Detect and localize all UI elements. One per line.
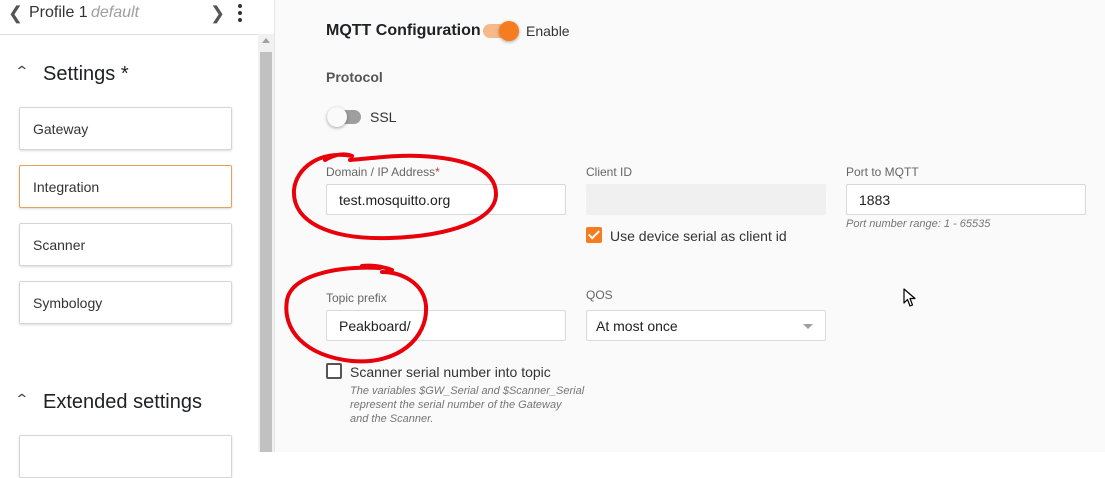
sidebar-item-scanner[interactable]: Scanner [19,223,232,266]
protocol-label: Protocol [326,69,383,85]
hint-line: The variables $GW_Serial and $Scanner_Se… [350,385,585,397]
use-serial-label: Use device serial as client id [610,228,787,244]
sidebar-item-label: Integration [33,179,100,195]
sidebar: ❮ Profile 1 default ❯ ⌃ Settings * Gatew… [0,0,274,478]
topic-prefix-label: Topic prefix [326,291,387,305]
more-vert-icon[interactable] [238,4,242,22]
port-input[interactable] [846,184,1086,215]
required-mark: * [435,165,440,179]
sidebar-item-symbology[interactable]: Symbology [19,281,232,324]
page-title: MQTT Configuration [326,22,481,39]
sidebar-item-label: Scanner [33,237,86,253]
sidebar-scrollbar[interactable] [258,34,274,452]
domain-label-text: Domain / IP Address [326,165,436,179]
sidebar-item-label: Gateway [33,121,89,137]
chevron-left-icon[interactable]: ❮ [8,3,23,24]
qos-label: QOS [586,288,613,302]
domain-label: Domain / IP Address* [326,165,440,179]
ssl-label: SSL [370,109,397,125]
client-id-input[interactable] [586,184,826,215]
profile-tag: default [91,4,140,21]
scroll-up-icon[interactable] [262,38,270,43]
scrollbar-thumb[interactable] [260,52,272,452]
toggle-knob [499,21,519,41]
toggle-knob [327,107,347,127]
extended-section-title: Extended settings [43,391,202,413]
qos-value: At most once [596,318,678,334]
port-hint: Port number range: 1 - 65535 [846,218,991,230]
settings-section-title: Settings * [43,63,129,85]
ssl-toggle[interactable] [327,107,363,127]
enable-toggle[interactable] [483,21,519,41]
profile-bar: ❮ Profile 1 default ❯ [0,0,258,35]
profile-name: Profile 1 [29,4,88,21]
enable-label: Enable [526,23,570,39]
sidebar-item-label: Symbology [33,295,103,311]
serial-topic-hint: The variables $GW_Serial and $Scanner_Se… [350,384,600,426]
qos-select[interactable]: At most once [586,310,826,341]
serial-topic-checkbox[interactable] [326,363,342,379]
sidebar-item-partial[interactable] [19,435,232,478]
sidebar-item-gateway[interactable]: Gateway [19,107,232,150]
mqtt-panel: MQTT Configuration Enable Protocol SSL D… [274,0,1105,452]
dropdown-caret-icon [803,324,813,329]
topic-prefix-input[interactable] [326,310,566,341]
domain-input[interactable] [326,184,566,215]
chevron-up-icon: ⌃ [14,63,30,79]
chevron-up-icon: ⌃ [14,391,30,407]
use-serial-checkbox[interactable] [586,227,602,243]
hint-line: and the Scanner. [350,413,434,425]
client-id-label: Client ID [586,165,633,179]
mouse-cursor-icon [903,288,916,307]
sidebar-item-integration[interactable]: Integration [19,165,232,208]
hint-line: represent the serial number of the Gatew… [350,399,562,411]
chevron-right-icon[interactable]: ❯ [210,3,225,24]
port-label: Port to MQTT [846,165,919,179]
serial-topic-label: Scanner serial number into topic [350,364,551,380]
